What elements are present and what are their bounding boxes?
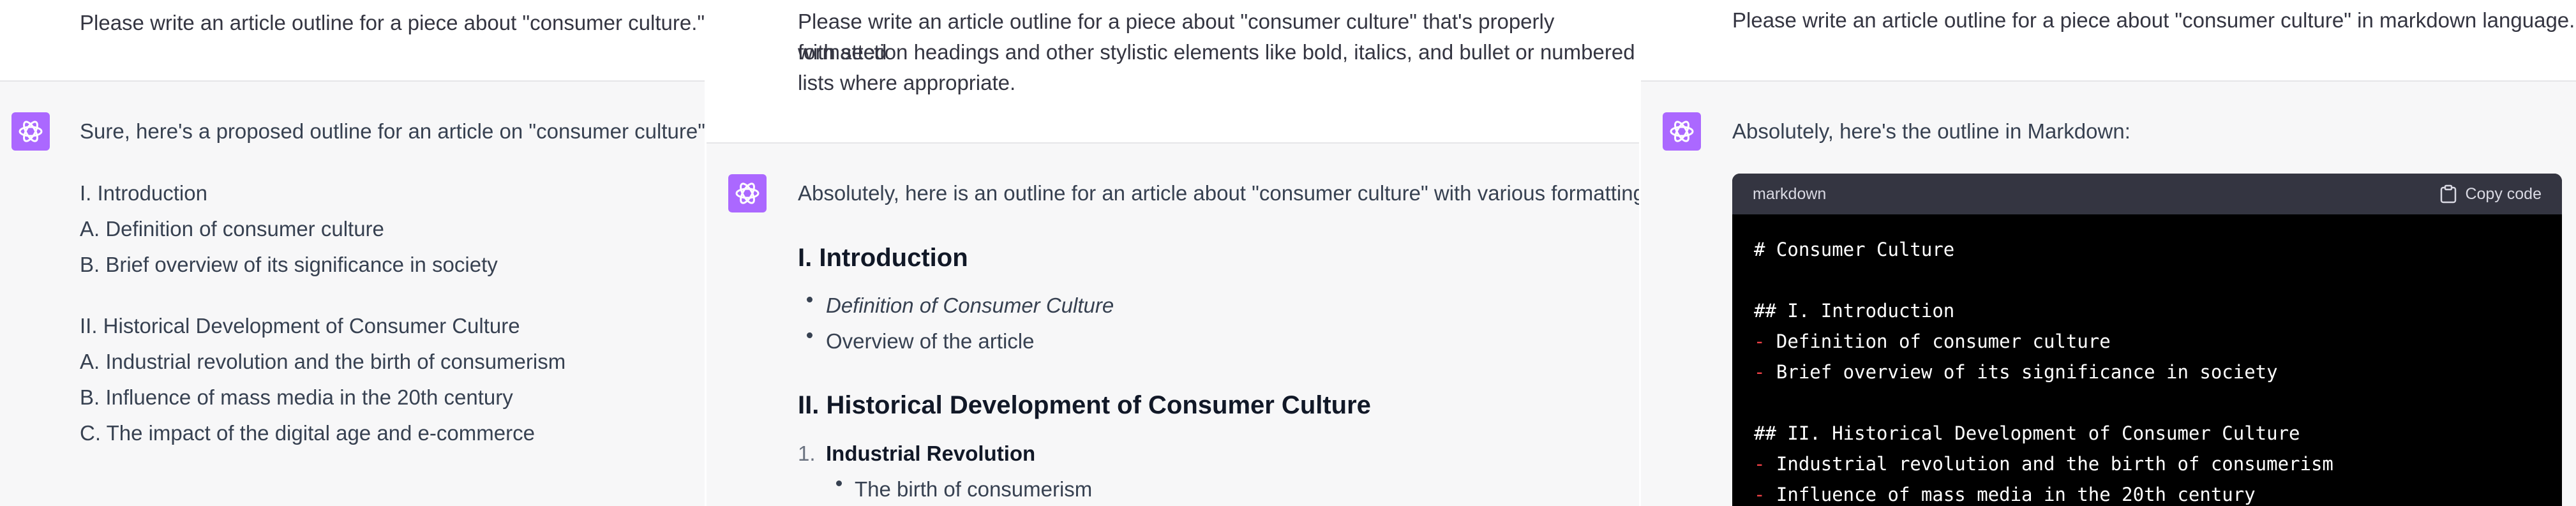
code-line: - Brief overview of its significance in … bbox=[1754, 357, 2278, 387]
conversation-panel-1: Please write an article outline for a pi… bbox=[0, 0, 707, 506]
code-line: - Industrial revolution and the birth of… bbox=[1754, 449, 2333, 479]
user-message: Please write an article outline for a pi… bbox=[0, 0, 707, 82]
section-heading: II. Historical Development of Consumer C… bbox=[798, 391, 1371, 419]
user-message: Please write an article outline for a pi… bbox=[707, 0, 1641, 144]
numbered-item: Industrial Revolution bbox=[826, 442, 1036, 465]
clipboard-icon bbox=[2441, 184, 2457, 204]
code-line-prefix: - bbox=[1754, 484, 1776, 505]
code-line-prefix: - bbox=[1754, 331, 1776, 352]
bullet-dot bbox=[807, 297, 812, 302]
numbered-label: 1. bbox=[798, 442, 816, 465]
conversation-panel-2: Please write an article outline for a pi… bbox=[707, 0, 1641, 506]
user-prompt-line: lists where appropriate. bbox=[798, 71, 1016, 94]
user-prompt: Please write an article outline for a pi… bbox=[80, 11, 705, 34]
code-language-label: markdown bbox=[1753, 185, 1827, 203]
outline-line: I. Introduction bbox=[80, 181, 207, 205]
bullet-item: Overview of the article bbox=[826, 329, 1035, 353]
openai-logo-icon bbox=[735, 182, 760, 204]
code-line-prefix: - bbox=[1754, 361, 1776, 383]
sub-bullet-item: The birth of consumerism bbox=[855, 477, 1093, 501]
section-heading: I. Introduction bbox=[798, 244, 968, 272]
user-prompt: Please write an article outline for a pi… bbox=[1732, 8, 2575, 32]
assistant-avatar bbox=[11, 112, 50, 151]
code-line-text: Industrial revolution and the birth of c… bbox=[1776, 453, 2333, 475]
code-line-text: Definition of consumer culture bbox=[1776, 331, 2111, 352]
assistant-avatar bbox=[1663, 112, 1701, 151]
code-line-text: ## II. Historical Development of Consume… bbox=[1754, 422, 2300, 444]
code-block: markdown Copy code # Consumer Culture ##… bbox=[1732, 174, 2562, 506]
outline-line: II. Historical Development of Consumer C… bbox=[80, 314, 520, 338]
bullet-item: Definition of Consumer Culture bbox=[826, 294, 1114, 317]
outline-line: C. The impact of the digital age and e-c… bbox=[80, 421, 535, 445]
assistant-intro: Absolutely, here is an outline for an ar… bbox=[798, 181, 1641, 205]
user-prompt-line: with section headings and other stylisti… bbox=[798, 40, 1635, 64]
assistant-intro: Sure, here's a proposed outline for an a… bbox=[80, 119, 707, 143]
openai-logo-icon bbox=[1670, 121, 1694, 142]
conversation-panel-3: Please write an article outline for a pi… bbox=[1641, 0, 2576, 506]
code-line-text: ## I. Introduction bbox=[1754, 300, 1955, 322]
code-line: ## I. Introduction bbox=[1754, 295, 1954, 326]
openai-logo-icon bbox=[19, 121, 43, 142]
assistant-intro: Absolutely, here's the outline in Markdo… bbox=[1732, 119, 2130, 143]
outline-line: B. Influence of mass media in the 20th c… bbox=[80, 385, 513, 409]
bullet-dot bbox=[807, 332, 812, 338]
assistant-avatar bbox=[728, 174, 767, 212]
code-line-text: # Consumer Culture bbox=[1754, 239, 1955, 260]
outline-line: A. Definition of consumer culture bbox=[80, 217, 384, 241]
code-line: - Definition of consumer culture bbox=[1754, 326, 2111, 357]
bullet-dot bbox=[836, 480, 842, 486]
copy-code-button[interactable]: Copy code bbox=[2439, 184, 2542, 204]
code-line-text: Influence of mass media in the 20th cent… bbox=[1776, 484, 2256, 505]
user-message: Please write an article outline for a pi… bbox=[1641, 0, 2576, 82]
outline-line: A. Industrial revolution and the birth o… bbox=[80, 350, 566, 373]
code-line: # Consumer Culture bbox=[1754, 234, 1954, 265]
outline-line: B. Brief overview of its significance in… bbox=[80, 253, 498, 276]
code-block-header: markdown Copy code bbox=[1732, 174, 2562, 214]
code-line-prefix: - bbox=[1754, 453, 1776, 475]
copy-code-label: Copy code bbox=[2465, 184, 2542, 203]
code-line-text: Brief overview of its significance in so… bbox=[1776, 361, 2278, 383]
code-line: ## II. Historical Development of Consume… bbox=[1754, 418, 2300, 449]
code-line: - Influence of mass media in the 20th ce… bbox=[1754, 479, 2256, 506]
